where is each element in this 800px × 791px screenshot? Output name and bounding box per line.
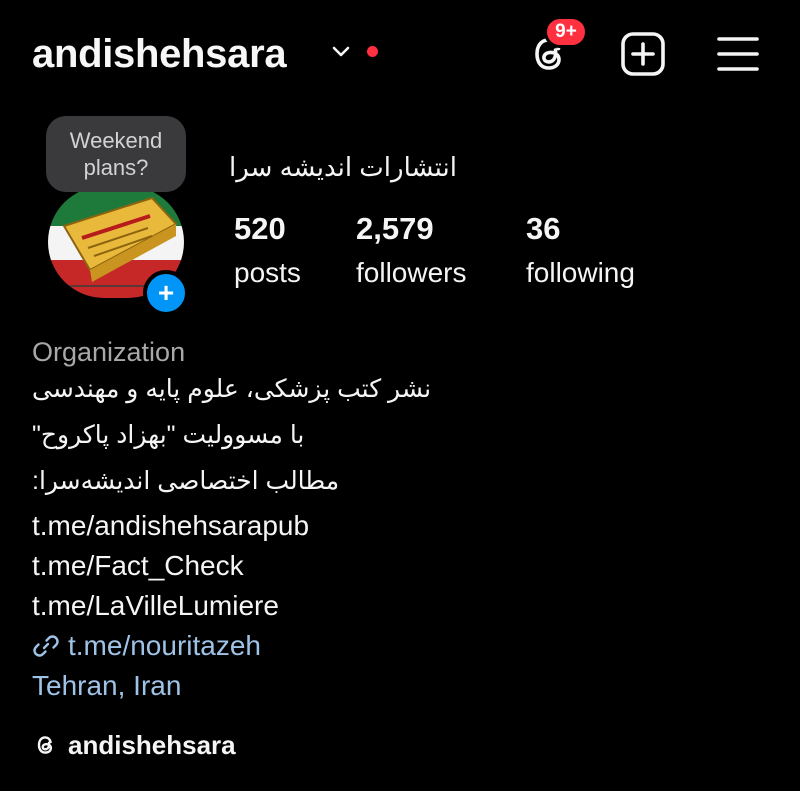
location[interactable]: Tehran, Iran — [32, 668, 181, 704]
add-story-button[interactable]: + — [143, 270, 189, 316]
profile-username[interactable]: andishehsara — [32, 30, 287, 78]
posts-label: posts — [234, 257, 301, 288]
followers-count: 2,579 — [356, 211, 434, 246]
following-label: following — [526, 257, 635, 288]
bio-line: مطالب اختصاصی اندیشه‌سرا: — [32, 467, 340, 495]
posts-count: 520 — [234, 211, 286, 246]
threads-icon — [37, 736, 53, 754]
external-link[interactable]: t.me/nouritazeh — [32, 628, 261, 664]
external-link-text: t.me/nouritazeh — [68, 630, 261, 661]
display-name: انتشارات اندیشه سرا — [229, 152, 457, 182]
profile-category: Organization — [32, 337, 186, 367]
unread-dot — [367, 46, 378, 57]
chevron-down-icon[interactable] — [330, 40, 352, 62]
notification-badge[interactable]: 9+ — [544, 16, 588, 48]
bio-line: نشر کتب پزشکی، علوم پایه و مهندسی — [32, 375, 432, 403]
following-stat[interactable]: 36 following — [526, 208, 635, 293]
hamburger-menu-icon[interactable] — [716, 34, 760, 74]
bio-link-andishehsarapub[interactable]: t.me/andishehsarapub — [32, 508, 309, 544]
plus-square-icon[interactable] — [620, 31, 666, 77]
bio-link-fact-check[interactable]: t.me/Fact_Check — [32, 548, 244, 584]
following-count: 36 — [526, 211, 561, 246]
followers-label: followers — [356, 257, 467, 288]
threads-handle: andishehsara — [68, 730, 236, 760]
posts-stat[interactable]: 520 posts — [234, 208, 301, 293]
threads-profile-link[interactable]: andishehsara — [32, 728, 236, 762]
bio-line: با مسوولیت "بهزاد پاکروح" — [32, 421, 305, 449]
bio-link-lavillelumiere[interactable]: t.me/LaVilleLumiere — [32, 588, 279, 624]
note-bubble[interactable]: Weekend plans? — [46, 116, 186, 192]
followers-stat[interactable]: 2,579 followers — [356, 208, 466, 293]
link-icon — [33, 635, 59, 657]
